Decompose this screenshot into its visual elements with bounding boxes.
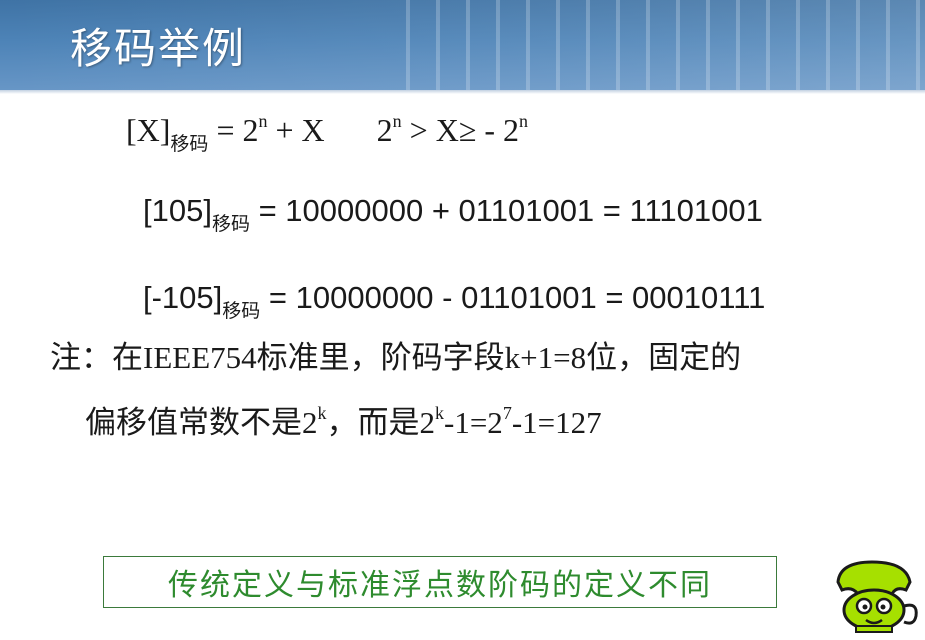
range-base: 2 <box>376 112 393 148</box>
formula-rhs: = 2 <box>208 112 259 148</box>
note2-b-exponent: k <box>317 403 327 423</box>
note-line-2: 偏移值常数不是2k，而是2k-1=27-1=127 <box>85 404 602 441</box>
note2-d-exponent: k <box>435 403 444 423</box>
range-middle: > X≥ - 2 <box>401 112 520 148</box>
callout-box: 传统定义与标准浮点数阶码的定义不同 <box>103 556 777 608</box>
example2-lhs: [-105] <box>143 280 223 315</box>
note2-e: -1=2 <box>444 405 503 440</box>
note1-d: k+1=8 <box>504 340 587 375</box>
formula-lhs-subscript: 移码 <box>170 133 209 155</box>
header-shadow <box>0 90 925 94</box>
note1-b: IEEE754 <box>143 340 257 375</box>
example1-lhs: [105] <box>143 193 212 228</box>
note-line-1: 注：在IEEE754标准里，阶码字段k+1=8位，固定的 <box>50 342 741 374</box>
note2-b: 2 <box>302 405 318 440</box>
callout-text: 传统定义与标准浮点数阶码的定义不同 <box>168 568 712 603</box>
range-exponent-2: n <box>519 111 529 131</box>
note1-a: 注：在 <box>50 340 143 376</box>
example1-subscript: 移码 <box>211 213 250 235</box>
phone-mascot-icon <box>836 560 918 633</box>
note2-e-exponent: 7 <box>502 403 512 423</box>
formula-rhs-tail: + X <box>267 112 325 148</box>
range-exponent: n <box>392 111 402 131</box>
example-negative-105: [-105]移码 = 10000000 - 01101001 = 0001011… <box>143 282 765 321</box>
note1-e: 位，固定的 <box>586 340 742 376</box>
note2-f: -1=127 <box>511 405 602 440</box>
note2-a: 偏移值常数不是 <box>85 405 302 441</box>
note2-d: 2 <box>419 405 436 440</box>
offset-code-formula: [X]移码 = 2n + X 2n > X≥ - 2n <box>126 111 529 155</box>
formula-lhs: [X] <box>126 112 171 148</box>
note1-c: 标准里，阶码字段 <box>256 340 505 376</box>
example1-rhs: = 10000000 + 01101001 = 11101001 <box>249 193 763 228</box>
slide-header: 移码举例 <box>0 0 925 90</box>
slide-title: 移码举例 <box>70 24 247 73</box>
example-positive-105: [105]移码 = 10000000 + 01101001 = 11101001 <box>143 195 763 234</box>
note2-c: ，而是 <box>326 405 420 441</box>
example2-rhs: = 10000000 - 01101001 = 00010111 <box>260 280 766 315</box>
example2-subscript: 移码 <box>222 300 261 322</box>
